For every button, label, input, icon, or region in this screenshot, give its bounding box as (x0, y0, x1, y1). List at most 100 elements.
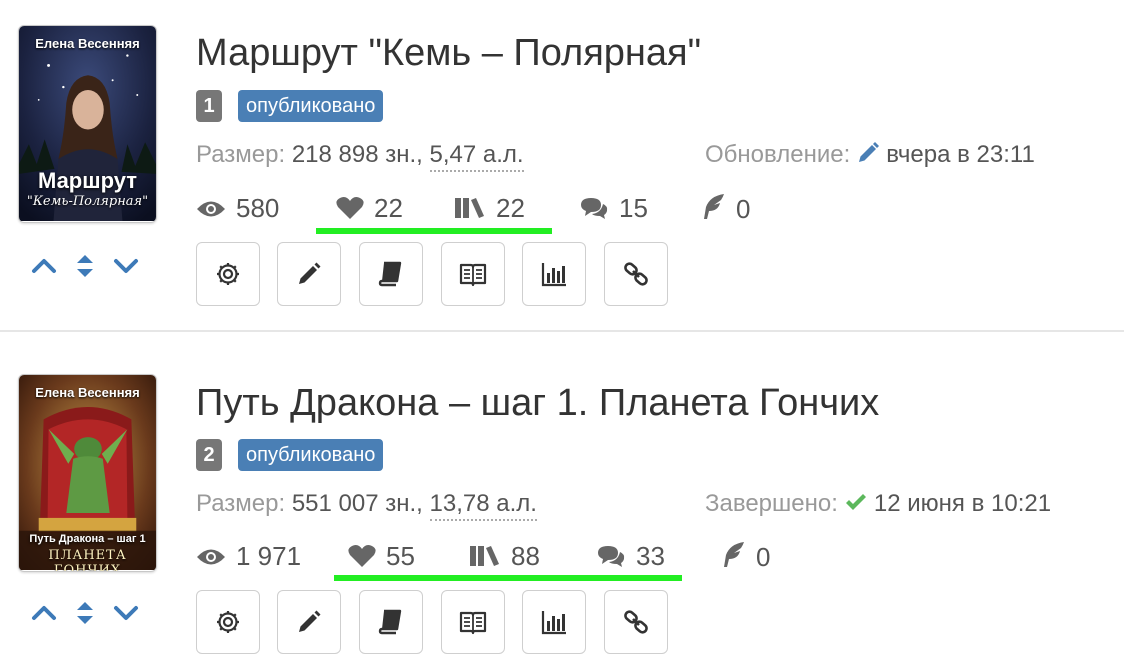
settings-button[interactable] (196, 242, 260, 306)
move-down-icon[interactable] (112, 252, 140, 280)
book-title[interactable]: Путь Дракона – шаг 1. Планета Гончих (196, 382, 879, 425)
read-button[interactable] (441, 242, 505, 306)
likes-stat[interactable]: 22 (336, 193, 403, 227)
pencil-icon (299, 262, 321, 284)
cover-subtitle: ПЛАНЕТА ГОНЧИХ (48, 548, 127, 572)
comments-icon (581, 198, 608, 219)
eye-icon (197, 549, 225, 565)
size-line: Размер: 551 007 зн., 13,78 а.л. (196, 490, 537, 521)
check-icon (844, 490, 868, 514)
settings-button[interactable] (196, 590, 260, 654)
status-badge: опубликовано (238, 439, 384, 471)
library-icon (455, 198, 484, 218)
link-button[interactable] (604, 590, 668, 654)
size-chars: 218 898 зн., (291, 141, 423, 168)
comments-count: 15 (619, 193, 648, 223)
libraries-count: 22 (496, 193, 525, 223)
book-button[interactable] (359, 590, 423, 654)
likes-count: 22 (374, 193, 403, 223)
badges: 2 опубликовано (196, 439, 384, 471)
book-cover[interactable]: Елена Весенняя Путь Дракона – шаг 1 ПЛАН… (18, 374, 157, 572)
book-icon (378, 609, 402, 635)
badges: 1 опубликовано (196, 90, 384, 122)
feather-icon (704, 194, 724, 219)
sort-arrows (30, 599, 140, 627)
sort-arrows (30, 252, 140, 280)
comments-icon (598, 546, 625, 567)
size-label: Размер: (196, 490, 286, 517)
date-line: Обновление: вчера в 23:11 (705, 141, 1035, 169)
views-count: 580 (236, 193, 280, 223)
bar-chart-icon (541, 611, 566, 635)
highlight-underline (316, 228, 552, 234)
open-book-icon (459, 263, 487, 287)
book-icon (378, 261, 402, 287)
eye-icon (197, 201, 225, 217)
gear-icon (217, 611, 239, 633)
date-label: Завершено: (705, 490, 838, 517)
stats-row: 580 22 22 15 0 (196, 193, 816, 227)
sort-icon[interactable] (71, 599, 99, 627)
move-down-icon[interactable] (112, 599, 140, 627)
views-stat: 580 (196, 193, 279, 227)
bar-chart-icon (541, 263, 566, 287)
statistics-button[interactable] (522, 590, 586, 654)
likes-count: 55 (386, 541, 415, 571)
reviews-stat[interactable]: 0 (700, 193, 750, 227)
cover-author: Елена Весенняя (35, 36, 140, 51)
read-button[interactable] (441, 590, 505, 654)
libraries-stat[interactable]: 88 (469, 541, 540, 575)
link-icon (624, 610, 648, 634)
cover-title: Путь Дракона – шаг 1 (29, 533, 146, 545)
stats-row: 1 971 55 88 33 0 (196, 541, 816, 575)
heart-icon (336, 197, 364, 219)
book-cover[interactable]: Елена Весенняя Маршрут "Кемь-Полярная" (18, 25, 157, 223)
open-book-icon (459, 611, 487, 635)
likes-stat[interactable]: 55 (348, 541, 415, 575)
heart-icon (348, 545, 376, 567)
date-line: Завершено: 12 июня в 10:21 (705, 490, 1051, 518)
cover-author: Елена Весенняя (35, 385, 140, 400)
date-value: вчера в 23:11 (886, 141, 1035, 168)
highlight-underline (334, 575, 682, 581)
size-line: Размер: 218 898 зн., 5,47 а.л. (196, 141, 524, 172)
book-number-badge: 2 (196, 439, 222, 471)
book-item: Елена Весенняя Путь Дракона – шаг 1 ПЛАН… (0, 333, 1124, 672)
gear-icon (217, 263, 239, 285)
sort-icon[interactable] (71, 252, 99, 280)
link-icon (624, 262, 648, 286)
book-button[interactable] (359, 242, 423, 306)
reviews-count: 0 (736, 194, 751, 224)
move-up-icon[interactable] (30, 252, 58, 280)
statistics-button[interactable] (522, 242, 586, 306)
comments-stat[interactable]: 15 (579, 193, 648, 227)
size-author-sheets: 13,78 а.л. (429, 490, 537, 521)
size-label: Размер: (196, 141, 286, 168)
pencil-icon (856, 141, 880, 165)
cover-subtitle: "Кемь-Полярная" (26, 194, 149, 209)
views-count: 1 971 (236, 541, 302, 571)
views-stat: 1 971 (196, 541, 301, 575)
size-chars: 551 007 зн., (291, 490, 423, 517)
comments-count: 33 (636, 541, 665, 571)
comments-stat[interactable]: 33 (596, 541, 665, 575)
status-badge: опубликовано (238, 90, 384, 122)
cover-title: Маршрут (37, 168, 138, 193)
reviews-count: 0 (756, 542, 771, 572)
libraries-count: 88 (511, 541, 540, 571)
date-label: Обновление: (705, 141, 851, 168)
book-item: Елена Весенняя Маршрут "Кемь-Полярная" М… (0, 0, 1124, 332)
feather-icon (724, 542, 744, 567)
link-button[interactable] (604, 242, 668, 306)
edit-button[interactable] (277, 242, 341, 306)
date-value: 12 июня в 10:21 (873, 490, 1052, 517)
size-author-sheets: 5,47 а.л. (429, 141, 524, 172)
move-up-icon[interactable] (30, 599, 58, 627)
book-number-badge: 1 (196, 90, 222, 122)
libraries-stat[interactable]: 22 (454, 193, 525, 227)
reviews-stat[interactable]: 0 (720, 541, 770, 575)
book-title[interactable]: Маршрут "Кемь – Полярная" (196, 32, 701, 75)
edit-button[interactable] (277, 590, 341, 654)
pencil-icon (299, 610, 321, 632)
library-icon (470, 546, 499, 566)
